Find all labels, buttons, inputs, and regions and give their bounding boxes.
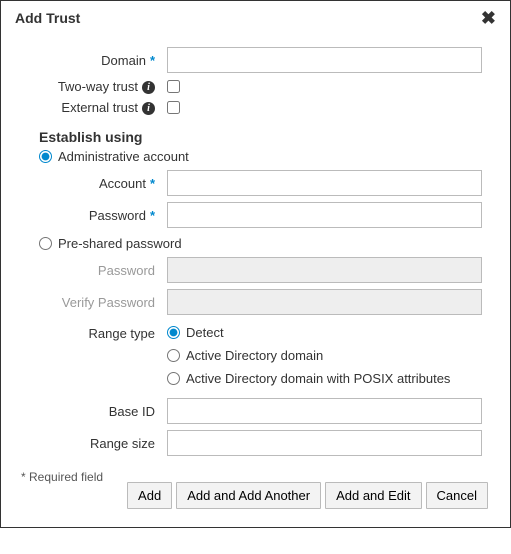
info-icon[interactable]: i <box>142 102 155 115</box>
row-account: Account * <box>21 170 482 196</box>
label-domain-text: Domain <box>101 53 146 68</box>
range-opt-detect: Detect <box>167 325 450 340</box>
close-icon[interactable]: ✖ <box>481 9 496 27</box>
row-range-type: Range type Detect Active Directory domai… <box>21 325 482 386</box>
range-opt-posix: Active Directory domain with POSIX attri… <box>167 371 450 386</box>
base-id-input[interactable] <box>167 398 482 424</box>
row-psk-password: Password <box>21 257 482 283</box>
label-external-text: External trust <box>61 100 138 115</box>
range-size-input[interactable] <box>167 430 482 456</box>
range-posix-radio[interactable] <box>167 372 180 385</box>
domain-input[interactable] <box>167 47 482 73</box>
label-account-password: Password * <box>21 208 167 223</box>
required-star: * <box>150 208 155 223</box>
label-base-id: Base ID <box>21 404 167 419</box>
required-star: * <box>150 176 155 191</box>
preshared-label: Pre-shared password <box>58 236 182 251</box>
range-posix-label: Active Directory domain with POSIX attri… <box>186 371 450 386</box>
row-base-id: Base ID <box>21 398 482 424</box>
label-psk-password: Password <box>21 263 167 278</box>
row-account-password: Password * <box>21 202 482 228</box>
add-and-edit-button[interactable]: Add and Edit <box>325 482 421 509</box>
label-account-text: Account <box>99 176 146 191</box>
add-button[interactable]: Add <box>127 482 172 509</box>
range-type-group: Detect Active Directory domain Active Di… <box>167 325 450 386</box>
admin-account-label: Administrative account <box>58 149 189 164</box>
label-range-type: Range type <box>21 325 167 341</box>
row-range-size: Range size <box>21 430 482 456</box>
add-trust-dialog: Add Trust ✖ Domain * Two-way trust i Exter… <box>0 0 511 528</box>
establish-heading: Establish using <box>39 129 482 145</box>
row-admin-account: Administrative account <box>39 149 482 164</box>
label-two-way-text: Two-way trust <box>58 79 138 94</box>
row-preshared: Pre-shared password <box>39 236 482 251</box>
range-detect-radio[interactable] <box>167 326 180 339</box>
psk-password-input <box>167 257 482 283</box>
psk-verify-input <box>167 289 482 315</box>
cancel-button[interactable]: Cancel <box>426 482 488 509</box>
admin-account-radio[interactable] <box>39 150 52 163</box>
row-domain: Domain * <box>21 47 482 73</box>
dialog-body: Domain * Two-way trust i External trust i <box>1 33 510 490</box>
label-external: External trust i <box>21 100 167 115</box>
label-account: Account * <box>21 176 167 191</box>
row-external: External trust i <box>21 100 482 115</box>
range-opt-ad: Active Directory domain <box>167 348 450 363</box>
account-password-input[interactable] <box>167 202 482 228</box>
row-psk-verify: Verify Password <box>21 289 482 315</box>
range-detect-label: Detect <box>186 325 224 340</box>
dialog-header: Add Trust ✖ <box>1 1 510 33</box>
label-two-way: Two-way trust i <box>21 79 167 94</box>
preshared-radio[interactable] <box>39 237 52 250</box>
range-ad-radio[interactable] <box>167 349 180 362</box>
dialog-footer: Add Add and Add Another Add and Edit Can… <box>1 482 510 527</box>
required-star: * <box>150 53 155 68</box>
external-checkbox[interactable] <box>167 101 180 114</box>
label-psk-verify: Verify Password <box>21 295 167 310</box>
label-domain: Domain * <box>21 53 167 68</box>
label-range-size: Range size <box>21 436 167 451</box>
range-ad-label: Active Directory domain <box>186 348 323 363</box>
info-icon[interactable]: i <box>142 81 155 94</box>
add-and-another-button[interactable]: Add and Add Another <box>176 482 321 509</box>
label-account-password-text: Password <box>89 208 146 223</box>
dialog-title: Add Trust <box>15 10 80 26</box>
row-two-way: Two-way trust i <box>21 79 482 94</box>
account-input[interactable] <box>167 170 482 196</box>
two-way-checkbox[interactable] <box>167 80 180 93</box>
